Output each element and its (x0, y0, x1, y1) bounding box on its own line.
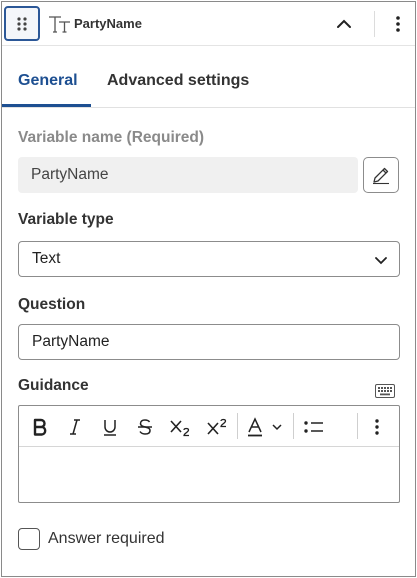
italic-icon (70, 419, 80, 435)
variable-type-select[interactable]: Text (18, 241, 400, 277)
more-vertical-icon (396, 16, 400, 32)
more-vertical-icon (375, 419, 379, 435)
pencil-icon (373, 167, 389, 185)
italic-button[interactable] (62, 414, 88, 440)
question-value: PartyName (32, 333, 110, 350)
underline-button[interactable] (97, 414, 123, 440)
drag-handle-icon (17, 16, 27, 31)
variable-name-field: PartyName (18, 157, 358, 193)
subscript-icon (170, 420, 190, 437)
collapse-button[interactable] (332, 12, 356, 36)
drag-handle-button[interactable] (4, 6, 40, 41)
strikethrough-button[interactable] (132, 414, 158, 440)
guidance-editor (18, 405, 400, 503)
editor-toolbar (19, 406, 399, 447)
toolbar-separator (357, 413, 358, 439)
bullet-list-button[interactable] (300, 414, 328, 440)
tab-advanced-settings[interactable]: Advanced settings (107, 72, 249, 90)
header-divider (374, 11, 375, 37)
text-color-icon (248, 417, 282, 437)
guidance-text-area[interactable] (19, 447, 399, 502)
keyboard-icon[interactable] (375, 384, 395, 398)
variable-name-label: Variable name (Required) (18, 129, 205, 146)
question-label: Question (18, 296, 86, 313)
superscript-icon (207, 418, 227, 435)
edit-variable-name-button[interactable] (363, 157, 399, 193)
variable-name-value: PartyName (31, 166, 109, 183)
block-header: PartyName (2, 2, 415, 46)
bold-icon (33, 418, 47, 436)
answer-required-label[interactable]: Answer required (48, 530, 165, 548)
block-title: PartyName (74, 16, 142, 31)
variable-type-value: Text (32, 250, 61, 267)
active-tab-indicator (2, 104, 91, 107)
text-type-icon (49, 16, 70, 33)
superscript-button[interactable] (204, 414, 232, 440)
strikethrough-icon (138, 419, 152, 435)
tab-bar: General Advanced settings (2, 46, 415, 108)
variable-type-label: Variable type (18, 211, 114, 228)
variable-block-panel: PartyName General Advanced settings Vari… (1, 1, 416, 577)
text-color-button[interactable] (245, 414, 289, 440)
chevron-up-icon (337, 19, 351, 28)
toolbar-separator (293, 413, 294, 439)
question-input[interactable]: PartyName (18, 324, 400, 360)
bold-button[interactable] (27, 414, 53, 440)
underline-icon (104, 420, 116, 436)
subscript-button[interactable] (167, 414, 195, 440)
toolbar-more-button[interactable] (365, 414, 389, 440)
bullet-list-icon (304, 421, 323, 433)
answer-required-checkbox[interactable] (18, 528, 40, 550)
toolbar-separator (237, 413, 238, 439)
more-options-button[interactable] (386, 12, 410, 36)
chevron-down-icon (375, 257, 387, 265)
guidance-label: Guidance (18, 377, 89, 394)
tab-general[interactable]: General (18, 72, 78, 90)
